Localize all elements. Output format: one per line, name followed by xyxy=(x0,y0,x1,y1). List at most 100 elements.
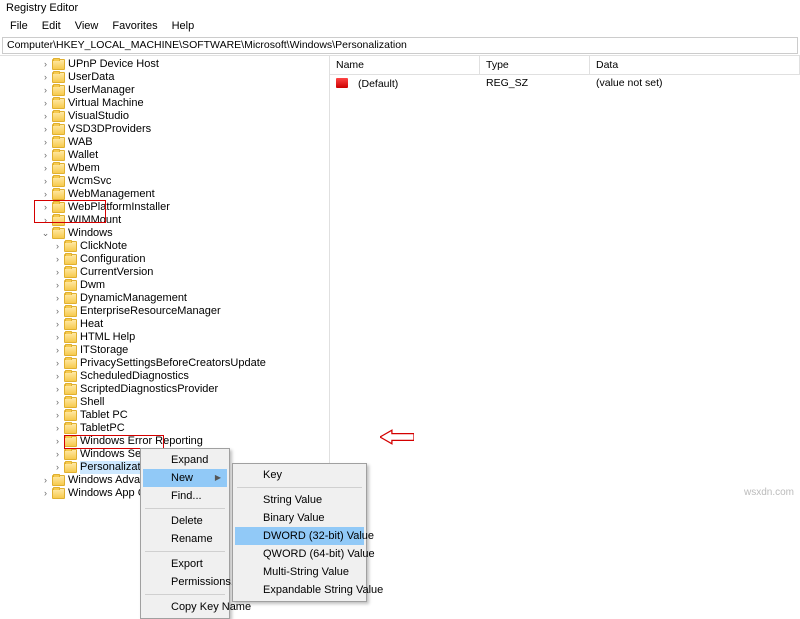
menu-edit[interactable]: Edit xyxy=(36,18,67,36)
tree-item[interactable]: ›ScheduledDiagnostics xyxy=(0,370,329,383)
tree-item[interactable]: ›Heat xyxy=(0,318,329,331)
expand-icon[interactable]: › xyxy=(40,71,51,84)
tree-item[interactable]: ›Windows Error Reporting xyxy=(0,435,329,448)
context-menu[interactable]: ExpandNewFind... DeleteRename ExportPermis… xyxy=(140,448,230,619)
tree-item[interactable]: › CurrentVersion xyxy=(0,266,329,279)
menu-help[interactable]: Help xyxy=(166,18,201,36)
menu-item-expand[interactable]: Expand xyxy=(143,451,227,469)
expand-icon[interactable]: › xyxy=(52,266,63,279)
tree-item[interactable]: ›WebPlatformInstaller xyxy=(0,201,329,214)
tree-item[interactable]: ›ClickNote xyxy=(0,240,329,253)
tree-item[interactable]: ›Configuration xyxy=(0,253,329,266)
expand-icon[interactable]: › xyxy=(40,149,51,162)
expand-icon[interactable]: › xyxy=(52,435,63,448)
expand-icon[interactable]: › xyxy=(52,422,63,435)
menu-item-qword-64-bit-value[interactable]: QWORD (64-bit) Value xyxy=(235,545,364,563)
tree-label: CurrentVersion xyxy=(80,266,153,279)
tree-item[interactable]: › Wbem xyxy=(0,162,329,175)
menu-item-expandable-string-value[interactable]: Expandable String Value xyxy=(235,581,364,599)
tree-item[interactable]: ›Tablet PC xyxy=(0,409,329,422)
tree-item[interactable]: ›WebManagement xyxy=(0,188,329,201)
tree-item[interactable]: ›WIMMount xyxy=(0,214,329,227)
expand-icon[interactable]: › xyxy=(40,487,51,499)
menu-file[interactable]: File xyxy=(4,18,34,36)
menu-item-copy-key-name[interactable]: Copy Key Name xyxy=(143,598,227,616)
menu-item-find-[interactable]: Find... xyxy=(143,487,227,505)
tree-label: Wbem xyxy=(68,162,100,175)
expand-icon[interactable]: › xyxy=(52,344,63,357)
expand-icon[interactable]: › xyxy=(52,409,63,422)
expand-icon[interactable]: › xyxy=(40,474,51,487)
menu-item-permissions-[interactable]: Permissions... xyxy=(143,573,227,591)
tree-item[interactable]: ›VisualStudio xyxy=(0,110,329,123)
tree-item[interactable]: ›WcmSvc xyxy=(0,175,329,188)
tree-item[interactable]: ›WAB xyxy=(0,136,329,149)
expand-icon[interactable]: › xyxy=(52,357,63,370)
menu-item-key[interactable]: Key xyxy=(235,466,364,484)
list-header[interactable]: Name Type Data xyxy=(330,56,800,75)
tree-item[interactable]: ›VSD3DProviders xyxy=(0,123,329,136)
expand-icon[interactable]: › xyxy=(52,331,63,344)
expand-icon[interactable]: › xyxy=(52,461,63,474)
expand-icon[interactable]: › xyxy=(40,214,51,227)
menu-view[interactable]: View xyxy=(69,18,105,36)
expand-icon[interactable]: › xyxy=(40,123,51,136)
tree-item[interactable]: ›HTML Help xyxy=(0,331,329,344)
expand-icon[interactable]: ⌄ xyxy=(40,227,51,240)
expand-icon[interactable]: › xyxy=(52,396,63,409)
tree-item[interactable]: ›UserData xyxy=(0,71,329,84)
col-data[interactable]: Data xyxy=(590,56,800,74)
address-bar[interactable]: Computer\HKEY_LOCAL_MACHINE\SOFTWARE\Mic… xyxy=(2,37,798,54)
expand-icon[interactable]: › xyxy=(40,136,51,149)
menubar[interactable]: FileEditViewFavoritesHelp xyxy=(0,18,800,36)
expand-icon[interactable]: › xyxy=(40,175,51,188)
tree-item[interactable]: ›Virtual Machine xyxy=(0,97,329,110)
expand-icon[interactable]: › xyxy=(52,305,63,318)
tree-item[interactable]: ›UPnP Device Host xyxy=(0,58,329,71)
folder-icon xyxy=(52,111,65,122)
menu-item-rename[interactable]: Rename xyxy=(143,530,227,548)
menu-item-delete[interactable]: Delete xyxy=(143,512,227,530)
tree-item[interactable]: ›UserManager xyxy=(0,84,329,97)
expand-icon[interactable]: › xyxy=(40,110,51,123)
menu-item-new[interactable]: New xyxy=(143,469,227,487)
tree-pane[interactable]: ›UPnP Device Host›UserData›UserManager›V… xyxy=(0,56,330,499)
expand-icon[interactable]: › xyxy=(52,253,63,266)
expand-icon[interactable]: › xyxy=(52,292,63,305)
col-type[interactable]: Type xyxy=(480,56,590,74)
tree-item[interactable]: ›Shell xyxy=(0,396,329,409)
expand-icon[interactable]: › xyxy=(52,448,63,461)
expand-icon[interactable]: › xyxy=(40,97,51,110)
expand-icon[interactable]: › xyxy=(40,58,51,71)
watermark: wsxdn.com xyxy=(744,487,794,498)
menu-item-binary-value[interactable]: Binary Value xyxy=(235,509,364,527)
expand-icon[interactable]: › xyxy=(52,240,63,253)
expand-icon[interactable]: › xyxy=(52,383,63,396)
expand-icon[interactable]: › xyxy=(52,318,63,331)
menu-item-string-value[interactable]: String Value xyxy=(235,491,364,509)
tree-item[interactable]: ›PrivacySettingsBeforeCreatorsUpdate xyxy=(0,357,329,370)
expand-icon[interactable]: › xyxy=(40,188,51,201)
expand-icon[interactable]: › xyxy=(40,162,51,175)
tree-item[interactable]: ⌄Windows xyxy=(0,227,329,240)
tree-item[interactable]: ›ITStorage xyxy=(0,344,329,357)
tree-item[interactable]: ›TabletPC xyxy=(0,422,329,435)
expand-icon[interactable]: › xyxy=(52,279,63,292)
menu-item-multi-string-value[interactable]: Multi-String Value xyxy=(235,563,364,581)
folder-icon xyxy=(64,293,77,304)
menu-item-export[interactable]: Export xyxy=(143,555,227,573)
tree-item[interactable]: ›ScriptedDiagnosticsProvider xyxy=(0,383,329,396)
tree-item[interactable]: ›EnterpriseResourceManager xyxy=(0,305,329,318)
expand-icon[interactable]: › xyxy=(40,84,51,97)
context-submenu-new[interactable]: Key String ValueBinary ValueDWORD (32-bit… xyxy=(232,463,367,602)
expand-icon[interactable]: › xyxy=(52,370,63,383)
folder-icon xyxy=(64,384,77,395)
table-row[interactable]: (Default) REG_SZ (value not set) xyxy=(330,75,800,92)
tree-item[interactable]: ›Dwm xyxy=(0,279,329,292)
expand-icon[interactable]: › xyxy=(40,201,51,214)
col-name[interactable]: Name xyxy=(330,56,480,74)
menu-favorites[interactable]: Favorites xyxy=(106,18,163,36)
tree-item[interactable]: ›DynamicManagement xyxy=(0,292,329,305)
menu-item-dword-32-bit-value[interactable]: DWORD (32-bit) Value xyxy=(235,527,364,545)
tree-item[interactable]: ›Wallet xyxy=(0,149,329,162)
